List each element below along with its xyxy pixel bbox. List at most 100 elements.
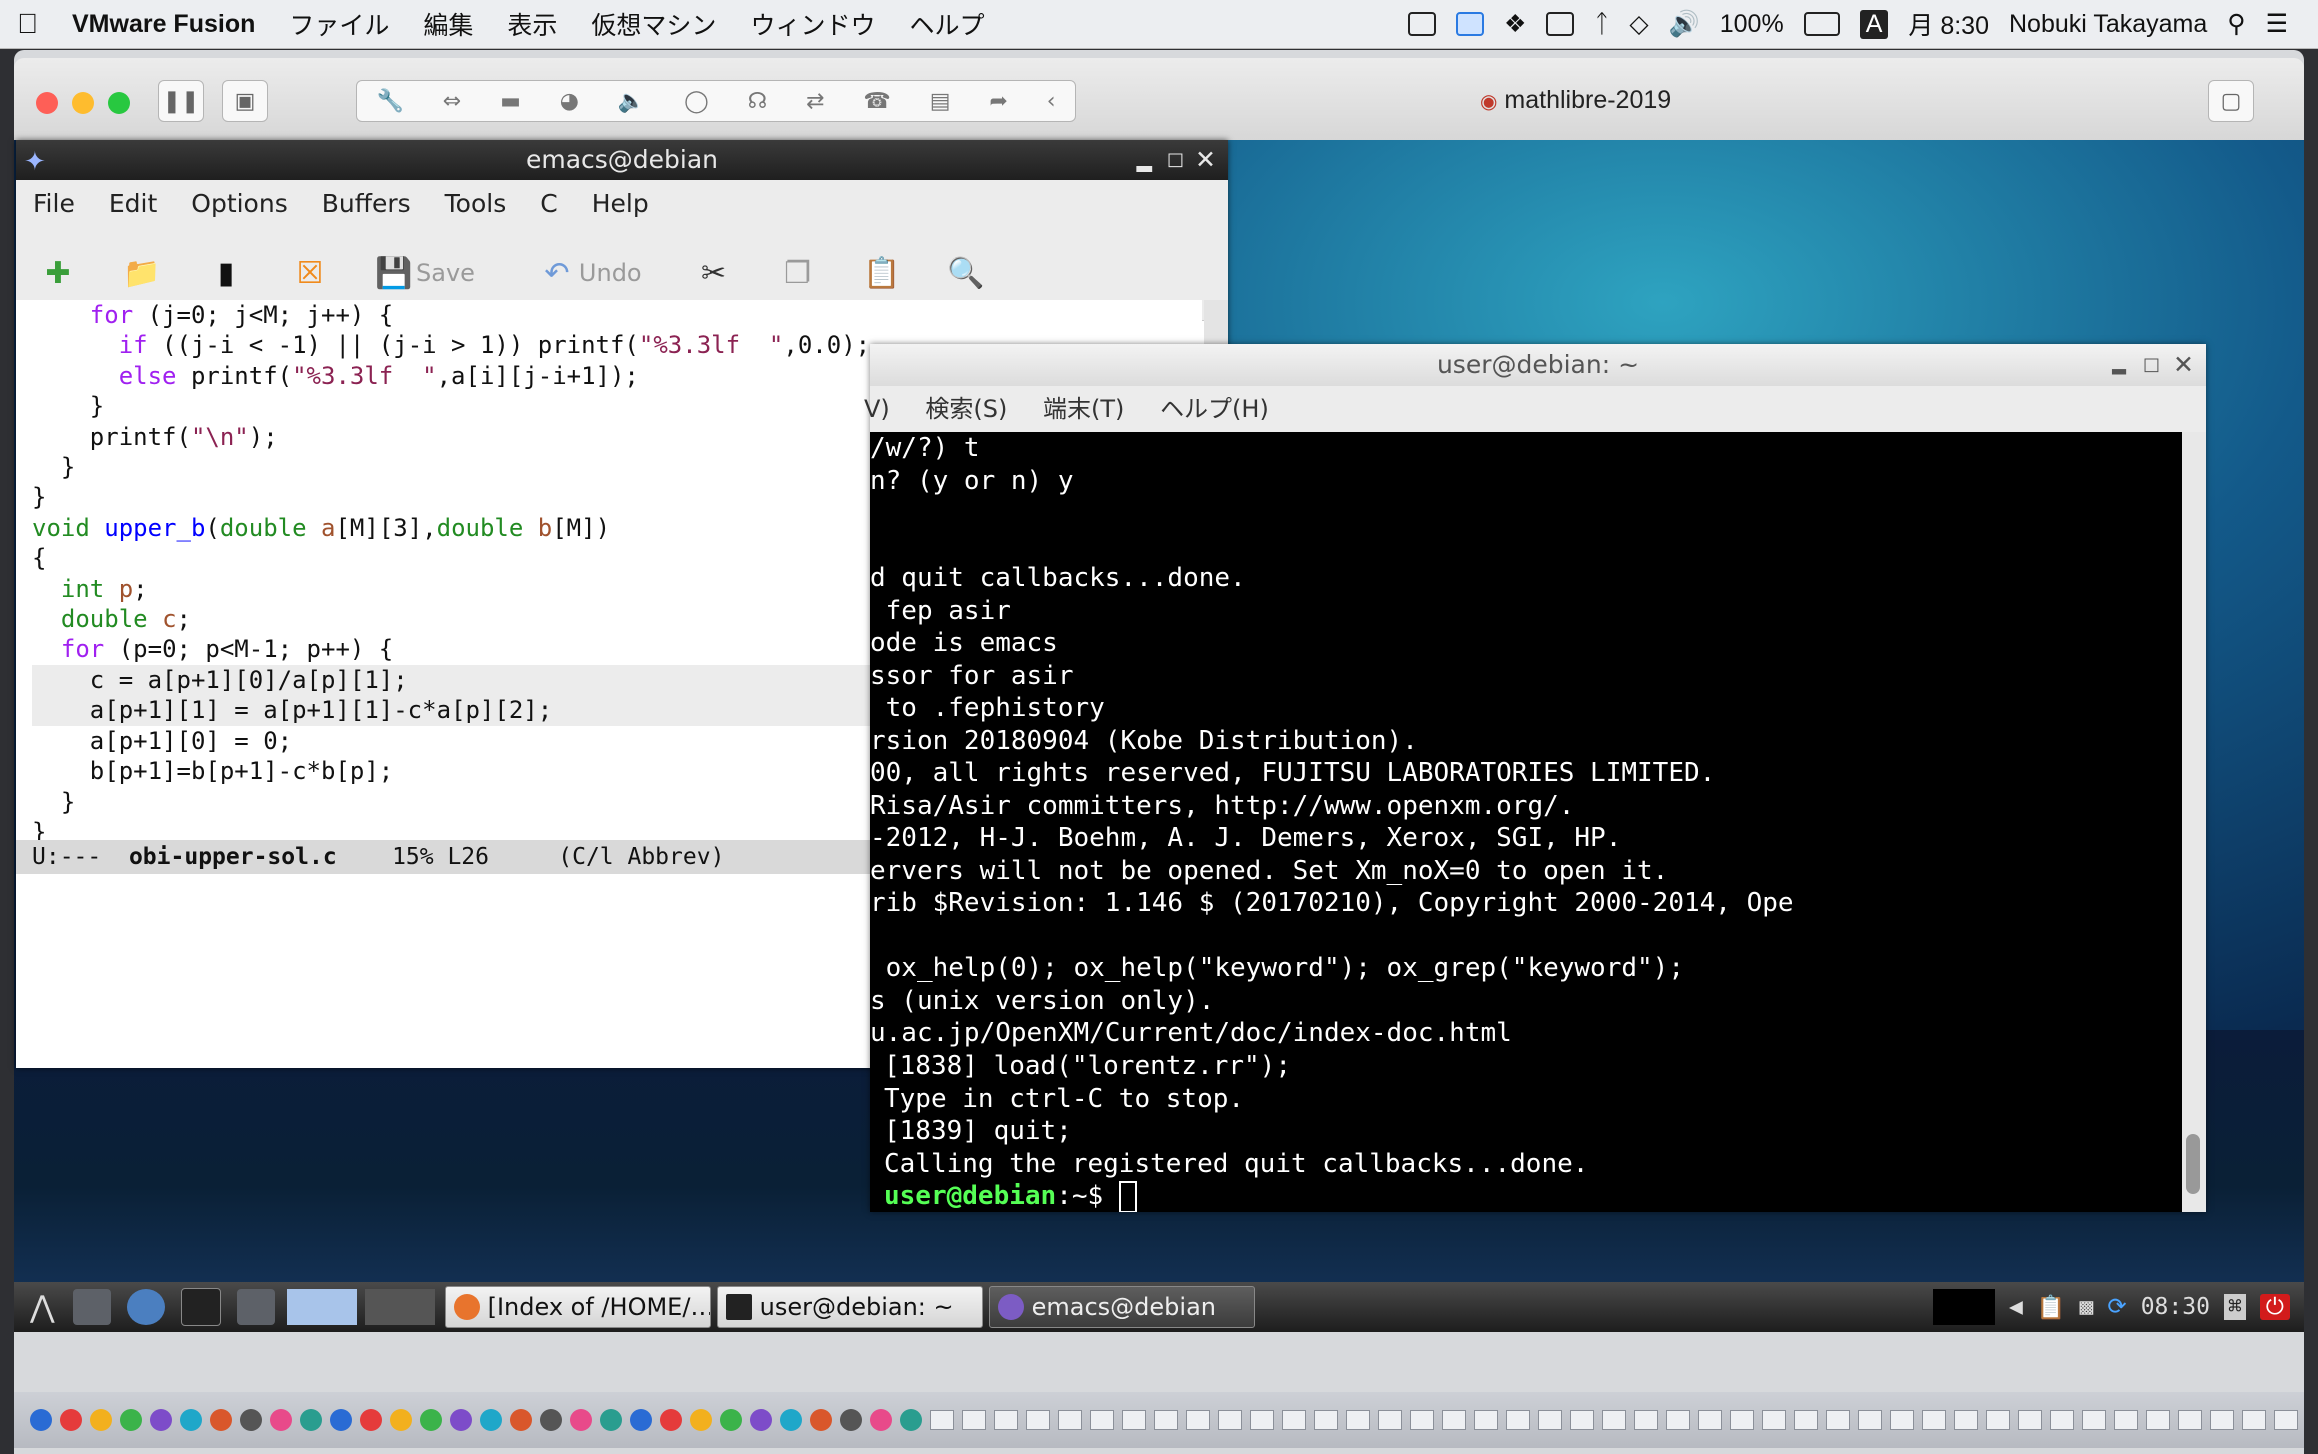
- dock-app-icon[interactable]: [900, 1409, 922, 1431]
- dock-app-icon[interactable]: [150, 1409, 172, 1431]
- dock-app-icon[interactable]: [690, 1409, 712, 1431]
- taskbar-clock[interactable]: 08:30: [2141, 1294, 2210, 1320]
- close-window-button[interactable]: [36, 92, 58, 114]
- sound-icon[interactable]: 🔈: [618, 89, 645, 114]
- dock-app-icon[interactable]: [780, 1409, 802, 1431]
- undo-button[interactable]: Undo: [579, 259, 642, 287]
- dock-app-icon[interactable]: [180, 1409, 202, 1431]
- dock-app-icon[interactable]: [510, 1409, 532, 1431]
- dock-app-icon[interactable]: [540, 1409, 562, 1431]
- dock-app-icon[interactable]: [720, 1409, 742, 1431]
- emacs-menu-buffers[interactable]: Buffers: [305, 189, 428, 218]
- dock-window-thumbnail-icon[interactable]: [2114, 1410, 2138, 1430]
- dock-window-thumbnail-icon[interactable]: [2050, 1410, 2074, 1430]
- maximize-icon[interactable]: □: [2143, 344, 2160, 386]
- battery-icon[interactable]: [1803, 12, 1840, 36]
- emacs-titlebar[interactable]: ✦ emacs@debian ▂ □ ✕: [16, 140, 1228, 180]
- dock-app-icon[interactable]: [360, 1409, 382, 1431]
- task-emacs[interactable]: emacs@debian: [988, 1286, 1255, 1328]
- dock-window-thumbnail-icon[interactable]: [1186, 1410, 1210, 1430]
- dock-window-thumbnail-icon[interactable]: [994, 1410, 1018, 1430]
- terminal-menu-search[interactable]: 検索(S): [925, 395, 1007, 423]
- dock-window-thumbnail-icon[interactable]: [1154, 1410, 1178, 1430]
- dock-window-thumbnail-icon[interactable]: [2178, 1410, 2202, 1430]
- start-menu-icon[interactable]: ⋀: [30, 1290, 55, 1325]
- emacs-menu-options[interactable]: Options: [174, 189, 304, 218]
- dock-app-icon[interactable]: [750, 1409, 772, 1431]
- input-source-icon[interactable]: A: [1859, 9, 1889, 39]
- task-terminal[interactable]: user@debian: ~: [716, 1286, 983, 1328]
- user-name[interactable]: Nobuki Takayama: [2009, 10, 2207, 39]
- emacs-menu-help[interactable]: Help: [575, 189, 666, 218]
- maximize-icon[interactable]: □: [1167, 140, 1184, 180]
- terminal-launcher-icon[interactable]: [72, 1289, 111, 1325]
- console-launcher-icon[interactable]: [180, 1288, 221, 1326]
- dock-app-icon[interactable]: [30, 1409, 52, 1431]
- dock-window-thumbnail-icon[interactable]: [1410, 1410, 1434, 1430]
- dock-window-thumbnail-icon[interactable]: [2146, 1410, 2170, 1430]
- dock-window-thumbnail-icon[interactable]: [1250, 1410, 1274, 1430]
- cpu-monitor-icon[interactable]: [1933, 1289, 1996, 1325]
- terminal-menu-terminal[interactable]: 端末(T): [1043, 395, 1124, 423]
- app-menu[interactable]: VMware Fusion: [55, 10, 272, 39]
- dock-window-thumbnail-icon[interactable]: [1666, 1410, 1690, 1430]
- clipboard-tray-icon[interactable]: 📋: [2037, 1294, 2066, 1321]
- dock-app-icon[interactable]: [570, 1409, 592, 1431]
- dock-window-thumbnail-icon[interactable]: [1634, 1410, 1658, 1430]
- dock-window-thumbnail-icon[interactable]: [1218, 1410, 1242, 1430]
- menu-view[interactable]: 表示: [490, 6, 574, 42]
- camera-icon[interactable]: ◕: [560, 89, 579, 114]
- dock-app-icon[interactable]: [240, 1409, 262, 1431]
- menubar-clock[interactable]: 月 8:30: [1908, 6, 1989, 42]
- search-icon[interactable]: 🔍: [947, 253, 984, 293]
- dock-app-icon[interactable]: [330, 1409, 352, 1431]
- phone-icon[interactable]: ☎: [863, 89, 890, 114]
- terminal-visible-tail[interactable]: [1838] load("lorentz.rr"); Type in ctrl-…: [884, 1050, 2184, 1212]
- window-switch-icon[interactable]: [236, 1289, 275, 1325]
- dock-window-thumbnail-icon[interactable]: [1378, 1410, 1402, 1430]
- chevron-left-icon[interactable]: ‹: [1047, 89, 1056, 114]
- dock-window-thumbnail-icon[interactable]: [1122, 1410, 1146, 1430]
- dock-window-thumbnail-icon[interactable]: [1506, 1410, 1530, 1430]
- dock-window-thumbnail-icon[interactable]: [1794, 1410, 1818, 1430]
- dock-window-thumbnail-icon[interactable]: [1474, 1410, 1498, 1430]
- snapshot-icon[interactable]: ▣: [222, 80, 268, 122]
- minimize-icon[interactable]: ▂: [2112, 344, 2126, 386]
- menu-window[interactable]: ウィンドウ: [733, 6, 892, 42]
- dock-window-thumbnail-icon[interactable]: [1538, 1410, 1562, 1430]
- share-icon[interactable]: ➦: [989, 89, 1007, 114]
- dock-window-thumbnail-icon[interactable]: [1986, 1410, 2010, 1430]
- dock-app-icon[interactable]: [270, 1409, 292, 1431]
- dock-window-thumbnail-icon[interactable]: [2274, 1410, 2298, 1430]
- terminal-scrollbar[interactable]: [2182, 432, 2206, 1212]
- terminal-titlebar[interactable]: user@debian: ~ ▂ □ ✕: [870, 344, 2206, 386]
- close-icon[interactable]: ✕: [2173, 344, 2194, 386]
- dock-window-thumbnail-icon[interactable]: [1762, 1410, 1786, 1430]
- terminal-tail-text[interactable]: [1838] load("lorentz.rr"); Type in ctrl-…: [884, 1050, 2184, 1212]
- terminal-menu-view[interactable]: V): [864, 395, 890, 423]
- terminal-menu-help[interactable]: ヘルプ(H): [1160, 395, 1269, 423]
- zoom-window-button[interactable]: [108, 92, 130, 114]
- dock-app-icon[interactable]: [210, 1409, 232, 1431]
- close-icon[interactable]: ✕: [1195, 140, 1216, 180]
- dock-app-icon[interactable]: [660, 1409, 682, 1431]
- volume-tray-icon[interactable]: ◀: [2009, 1294, 2023, 1320]
- dock-window-thumbnail-icon[interactable]: [1026, 1410, 1050, 1430]
- menu-help[interactable]: ヘルプ: [892, 6, 1001, 42]
- dropbox-icon[interactable]: ❖: [1504, 9, 1526, 39]
- copy-icon[interactable]: ❐: [780, 253, 816, 293]
- dock-app-icon[interactable]: [810, 1409, 832, 1431]
- wifi-icon[interactable]: ◇: [1629, 9, 1648, 39]
- dock-app-icon[interactable]: [120, 1409, 142, 1431]
- dock-window-thumbnail-icon[interactable]: [2018, 1410, 2042, 1430]
- screen-icon[interactable]: [1407, 12, 1436, 36]
- save-button[interactable]: Save: [416, 259, 475, 287]
- menu-vm[interactable]: 仮想マシン: [574, 6, 733, 42]
- dock-app-icon[interactable]: [870, 1409, 892, 1431]
- cut-icon[interactable]: ✂: [696, 253, 732, 293]
- emacs-menu-edit[interactable]: Edit: [92, 189, 174, 218]
- open-folder-icon[interactable]: 📁: [123, 253, 160, 293]
- dock-window-thumbnail-icon[interactable]: [1282, 1410, 1306, 1430]
- apple-icon[interactable]: : [0, 8, 55, 40]
- dock-window-thumbnail-icon[interactable]: [1890, 1410, 1914, 1430]
